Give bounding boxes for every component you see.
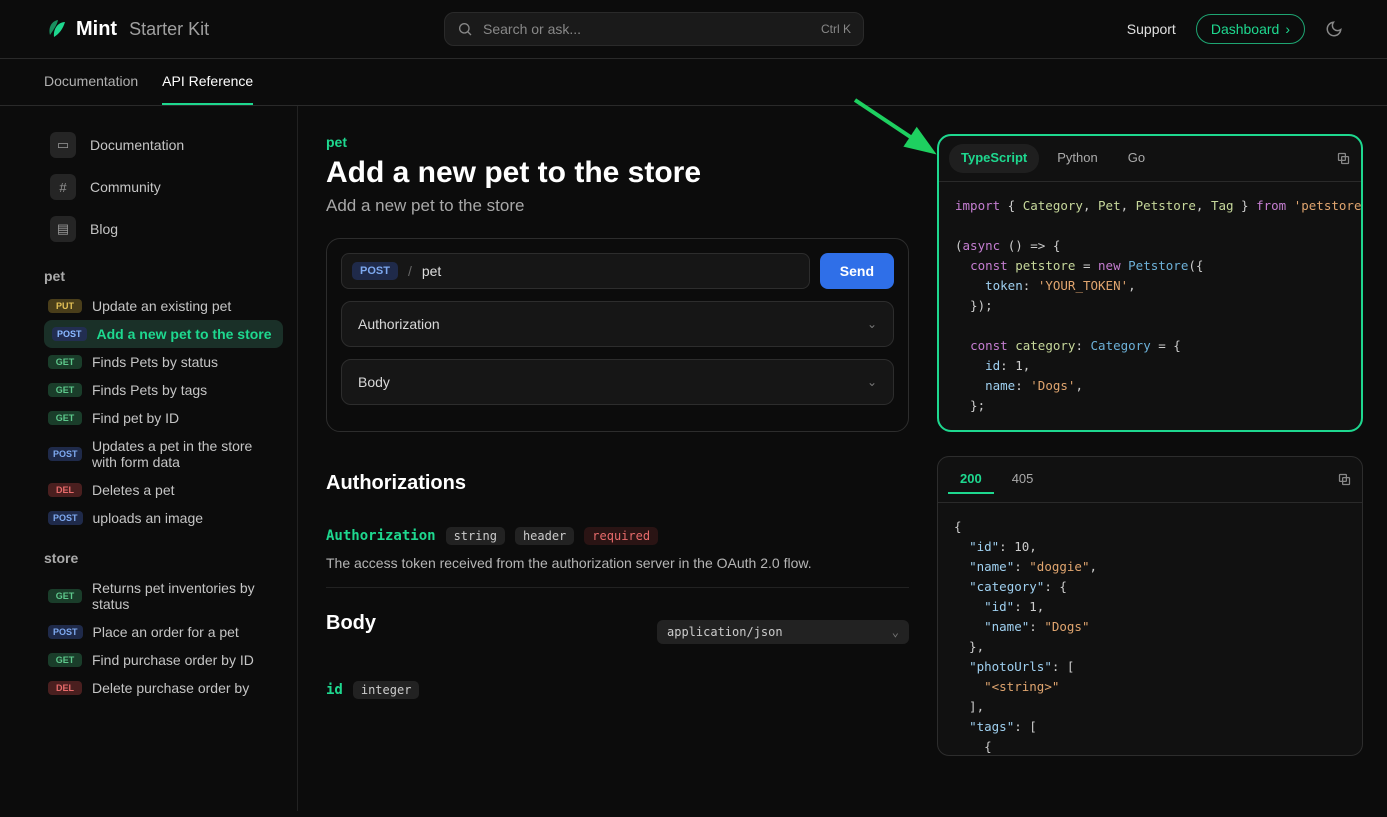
endpoint-input[interactable]: POST / pet [341,253,810,289]
sidebar: ▭ Documentation # Community ▤ Blog pet P… [0,106,298,811]
param-name: id [326,682,343,698]
sidebar-item-update-form[interactable]: POSTUpdates a pet in the store with form… [44,432,283,476]
tab-api-reference[interactable]: API Reference [162,59,253,105]
code-samples-pane: TypeScript Python Go import { Category, … [937,106,1387,811]
sidebar-item-find-status[interactable]: GETFinds Pets by status [44,348,283,376]
request-code-body[interactable]: import { Category, Pet, Petstore, Tag } … [939,182,1361,430]
code-tab-python[interactable]: Python [1045,144,1109,173]
sidebar-item-find-order[interactable]: GETFind purchase order by ID [44,646,283,674]
chevron-down-icon: ⌄ [867,375,877,389]
moon-icon[interactable] [1325,20,1343,38]
path-separator: / [408,263,412,279]
main-content: pet Add a new pet to the store Add a new… [298,106,937,811]
content-type-select[interactable]: application/json ⌄ [657,620,909,644]
page-subtitle: Add a new pet to the store [326,196,909,216]
sidebar-item-add-pet[interactable]: POSTAdd a new pet to the store [44,320,283,348]
sidebar-section-store: store [44,550,283,566]
code-tab-typescript[interactable]: TypeScript [949,144,1039,173]
chevron-down-icon: ⌄ [867,317,877,331]
accordion-authorization[interactable]: Authorization⌄ [341,301,894,347]
response-code-card: 200 405 { "id": 10, "name": "doggie", "c… [937,456,1363,756]
sidebar-item-delete-order[interactable]: DELDelete purchase order by [44,674,283,702]
response-tab-200[interactable]: 200 [948,465,994,494]
method-pill: POST [352,262,398,280]
sidebar-item-community[interactable]: # Community [44,166,283,208]
body-heading: Body [326,612,376,635]
sidebar-item-delete-pet[interactable]: DELDeletes a pet [44,476,283,504]
api-playground: POST / pet Send Authorization⌄ Body⌄ [326,238,909,432]
send-button[interactable]: Send [820,253,894,289]
chevron-down-icon: ⌄ [892,625,899,639]
accordion-body[interactable]: Body⌄ [341,359,894,405]
search-icon [457,21,473,37]
search-shortcut: Ctrl K [821,22,851,36]
endpoint-path: pet [422,263,441,279]
newspaper-icon: ▤ [50,216,76,242]
sidebar-item-place-order[interactable]: POSTPlace an order for a pet [44,618,283,646]
param-location-tag: header [515,527,574,545]
response-code-body[interactable]: { "id": 10, "name": "doggie", "category"… [938,503,1362,755]
tab-documentation[interactable]: Documentation [44,59,138,105]
response-tab-405[interactable]: 405 [1000,465,1046,494]
sidebar-item-blog[interactable]: ▤ Blog [44,208,283,250]
param-name: Authorization [326,528,436,544]
sidebar-section-pet: pet [44,268,283,284]
auth-param-row: Authorization string header required The… [326,511,909,588]
brand-name: Mint [76,18,117,41]
breadcrumb[interactable]: pet [326,134,909,150]
search-placeholder: Search or ask... [483,21,581,37]
chevron-right-icon: › [1285,21,1290,37]
body-param-id: id integer [326,665,909,725]
copy-icon[interactable] [1336,151,1351,166]
sidebar-item-update-pet[interactable]: PUTUpdate an existing pet [44,292,283,320]
param-description: The access token received from the autho… [326,555,909,571]
sidebar-item-inventory[interactable]: GETReturns pet inventories by status [44,574,283,618]
page-title: Add a new pet to the store [326,156,909,190]
search-input[interactable]: Search or ask... Ctrl K [444,12,864,46]
param-type-tag: string [446,527,505,545]
brand-sub: Starter Kit [129,19,209,40]
slack-icon: # [50,174,76,200]
sidebar-item-find-id[interactable]: GETFind pet by ID [44,404,283,432]
code-tab-go[interactable]: Go [1116,144,1157,173]
book-icon: ▭ [50,132,76,158]
mint-leaf-icon [44,17,68,41]
param-required-tag: required [584,527,658,545]
dashboard-button[interactable]: Dashboard › [1196,14,1305,44]
sidebar-item-documentation[interactable]: ▭ Documentation [44,124,283,166]
authorizations-heading: Authorizations [326,472,909,495]
sidebar-item-upload-image[interactable]: POSTuploads an image [44,504,283,532]
request-code-card: TypeScript Python Go import { Category, … [937,134,1363,432]
brand-logo[interactable]: Mint Starter Kit [44,17,424,41]
sidebar-item-find-tags[interactable]: GETFinds Pets by tags [44,376,283,404]
copy-icon[interactable] [1337,472,1352,487]
support-link[interactable]: Support [1127,21,1176,37]
param-type-tag: integer [353,681,420,699]
